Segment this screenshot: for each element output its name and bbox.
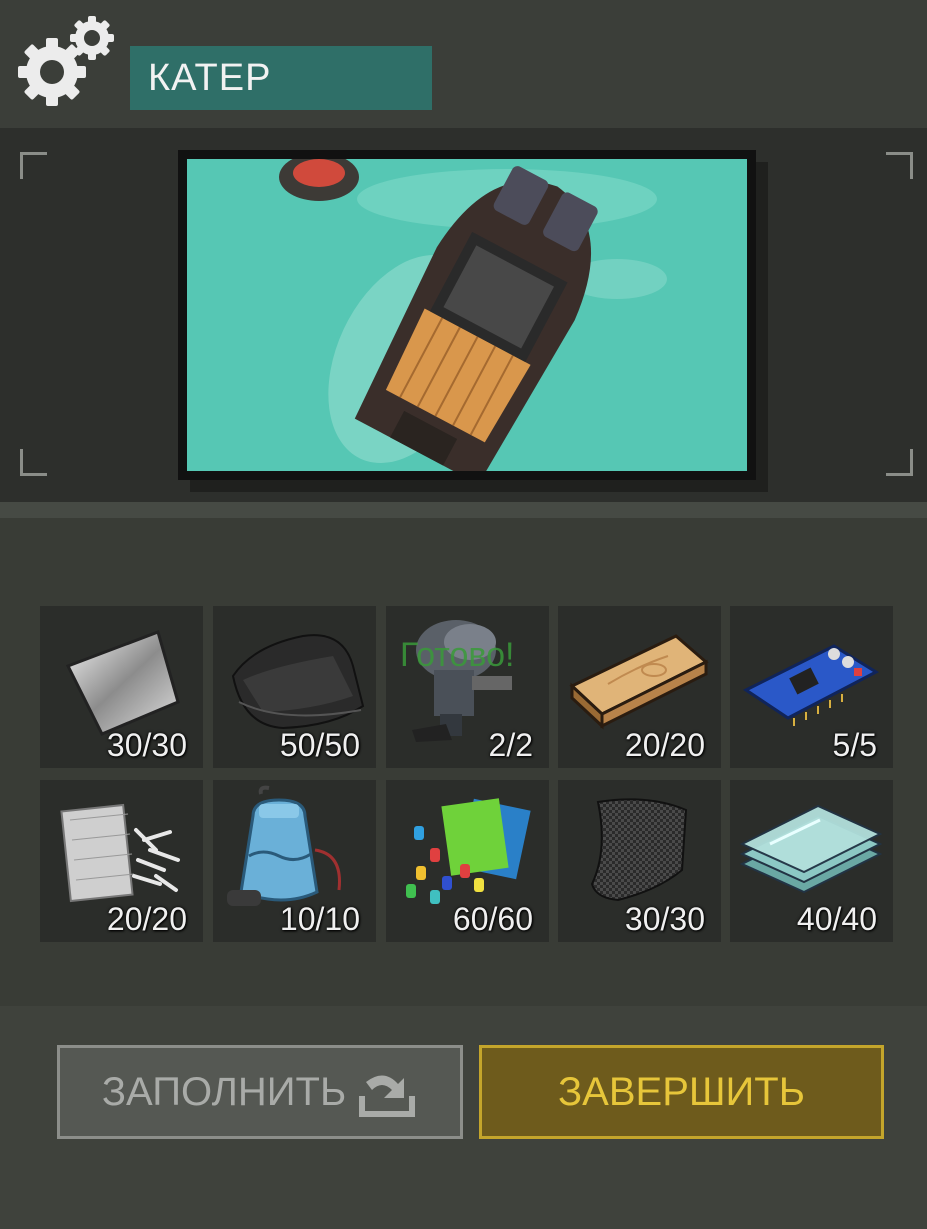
inventory-slot[interactable]: 30/30: [558, 780, 721, 942]
corner-bracket: [20, 152, 47, 179]
inventory-slot[interactable]: 30/30: [40, 606, 203, 768]
fill-button[interactable]: ЗАПОЛНИТЬ: [57, 1045, 463, 1139]
page-title: КАТЕР: [130, 46, 432, 110]
item-count: 40/40: [796, 901, 877, 937]
inventory-slot[interactable]: 60/60: [386, 780, 549, 942]
inventory-slot[interactable]: 20/20: [558, 606, 721, 768]
item-count: 60/60: [452, 901, 533, 937]
gears-icon: [18, 16, 114, 106]
item-count: 2/2: [488, 727, 533, 763]
fill-arrow-icon: [359, 1075, 416, 1117]
inventory-grid: 30/30 50/50 Готово! 2/2 20/20 5/5 20/20 …: [0, 518, 927, 1006]
bottom-bar: ЗАПОЛНИТЬ ЗАВЕРШИТЬ: [0, 1006, 927, 1229]
item-count: 10/10: [279, 901, 360, 937]
item-count: 5/5: [832, 727, 877, 763]
ready-label: Готово!: [400, 636, 515, 674]
inventory-slot[interactable]: 10/10: [213, 780, 376, 942]
inventory-slot[interactable]: 20/20: [40, 780, 203, 942]
preview-panel: [0, 128, 927, 502]
inventory-slot[interactable]: 40/40: [730, 780, 893, 942]
corner-bracket: [20, 449, 47, 476]
item-count: 20/20: [624, 727, 705, 763]
inventory-slot[interactable]: 50/50: [213, 606, 376, 768]
item-count: 30/30: [624, 901, 705, 937]
divider: [0, 502, 927, 518]
item-count: 20/20: [106, 901, 187, 937]
fill-button-label: ЗАПОЛНИТЬ: [101, 1069, 347, 1114]
finish-button-label: ЗАВЕРШИТЬ: [558, 1069, 805, 1114]
boat-preview-image: [178, 150, 756, 480]
inventory-slot[interactable]: 5/5: [730, 606, 893, 768]
finish-button[interactable]: ЗАВЕРШИТЬ: [479, 1045, 884, 1139]
corner-bracket: [886, 152, 913, 179]
header-bar: КАТЕР: [0, 0, 927, 128]
item-count: 30/30: [106, 727, 187, 763]
item-count: 50/50: [279, 727, 360, 763]
inventory-slot[interactable]: Готово! 2/2: [386, 606, 549, 768]
corner-bracket: [886, 449, 913, 476]
